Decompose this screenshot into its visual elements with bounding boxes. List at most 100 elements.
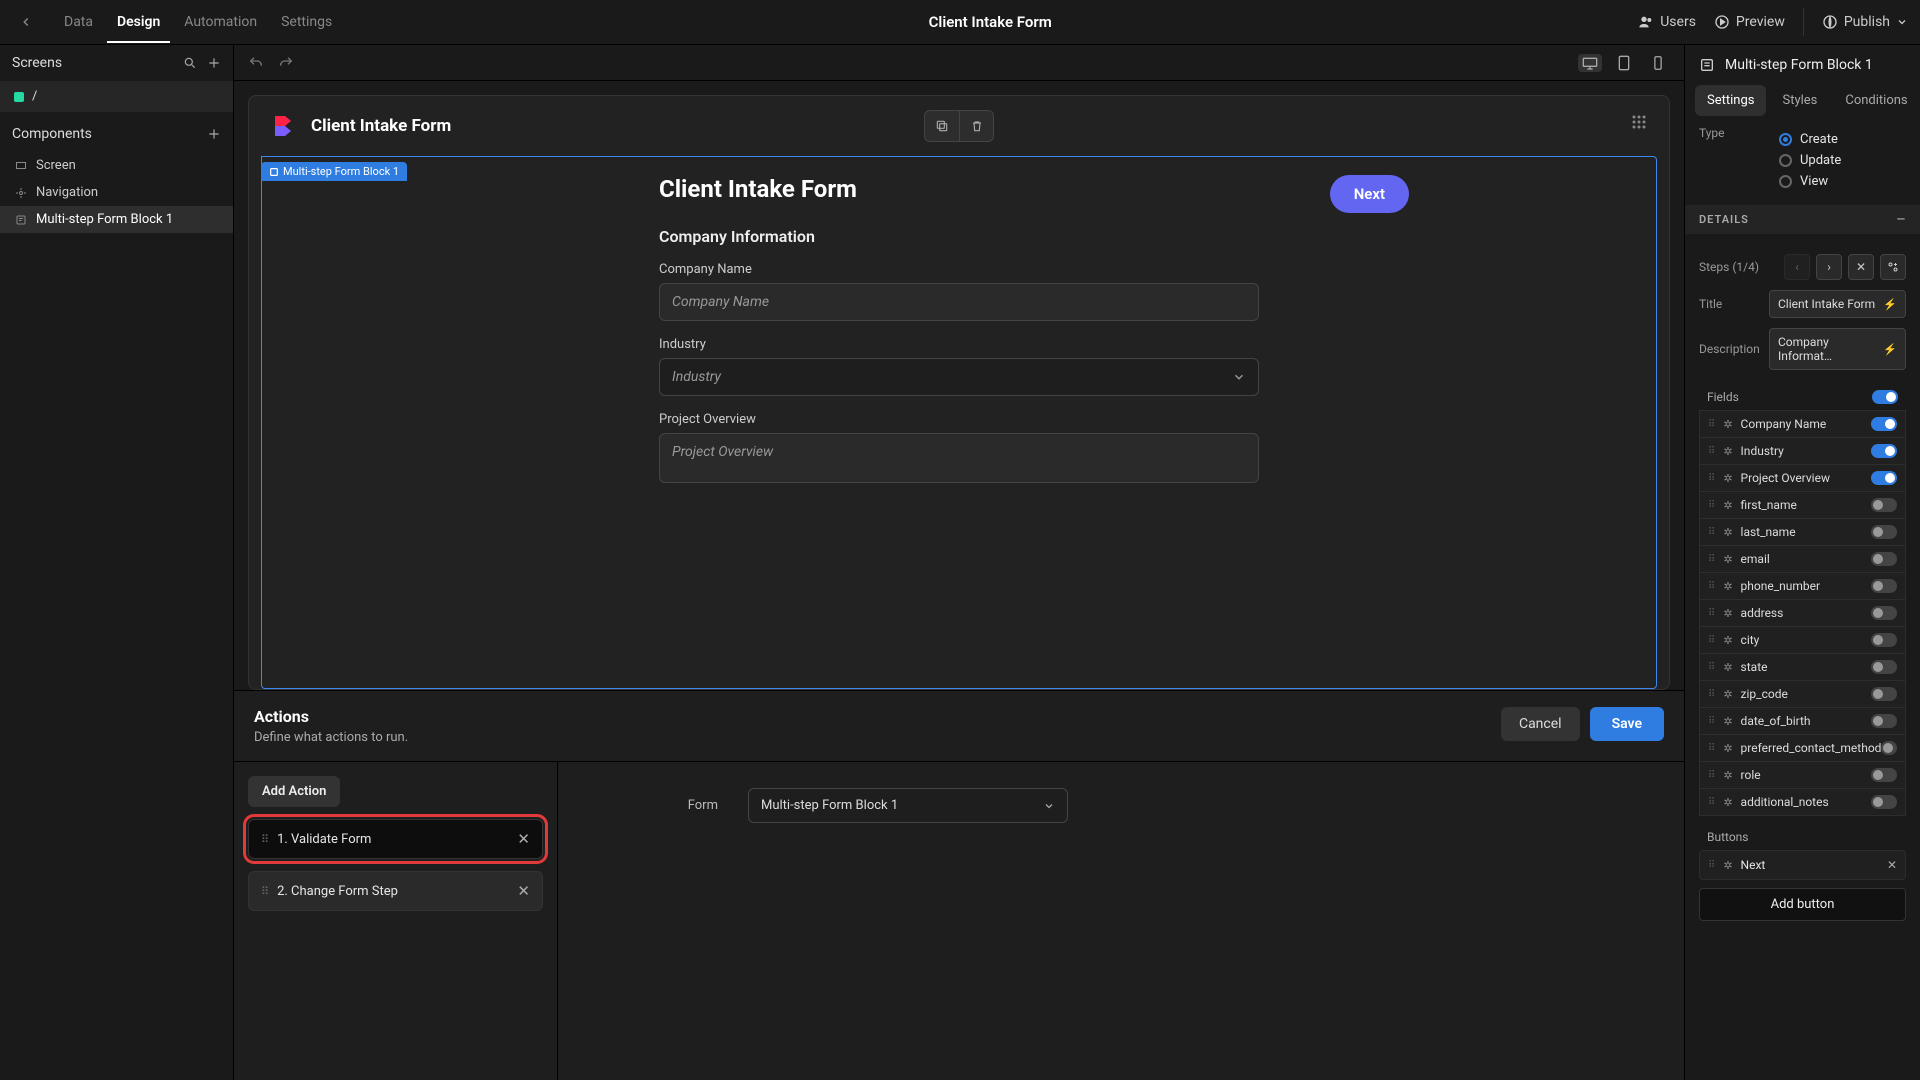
search-icon[interactable]: [183, 56, 197, 70]
field-toggle[interactable]: [1871, 768, 1897, 782]
gear-icon[interactable]: ✲: [1723, 859, 1732, 872]
delete-icon[interactable]: [959, 111, 993, 141]
gear-icon[interactable]: ✲: [1723, 715, 1732, 728]
form-select[interactable]: Multi-step Form Block 1: [748, 788, 1068, 823]
gear-icon[interactable]: ✲: [1723, 499, 1732, 512]
field-config-row[interactable]: ⠿✲additional_notes: [1699, 789, 1906, 816]
step-remove-button[interactable]: ✕: [1848, 254, 1874, 280]
bolt-icon[interactable]: ⚡: [1883, 298, 1897, 311]
field-config-row[interactable]: ⠿✲role: [1699, 762, 1906, 789]
type-radio-update[interactable]: Update: [1779, 153, 1906, 168]
duplicate-icon[interactable]: [925, 111, 959, 141]
button-list-item[interactable]: ⠿ ✲ Next ✕: [1699, 850, 1906, 880]
block-tag[interactable]: Multi-step Form Block 1: [261, 162, 407, 181]
select-input[interactable]: Industry: [659, 358, 1259, 396]
field-config-row[interactable]: ⠿✲Project Overview: [1699, 465, 1906, 492]
field-toggle[interactable]: [1871, 417, 1897, 431]
nav-tab-design[interactable]: Design: [107, 2, 170, 43]
cancel-button[interactable]: Cancel: [1501, 707, 1580, 741]
gear-icon[interactable]: ✲: [1723, 472, 1732, 485]
gear-icon[interactable]: ✲: [1723, 688, 1732, 701]
preview-link[interactable]: Preview: [1714, 14, 1785, 30]
remove-action-icon[interactable]: ✕: [517, 882, 530, 900]
remove-action-icon[interactable]: ✕: [517, 830, 530, 848]
field-config-row[interactable]: ⠿✲last_name: [1699, 519, 1906, 546]
field-toggle[interactable]: [1871, 606, 1897, 620]
field-toggle[interactable]: [1871, 687, 1897, 701]
gear-icon[interactable]: ✲: [1723, 580, 1732, 593]
next-button[interactable]: Next: [1330, 175, 1409, 213]
type-radio-view[interactable]: View: [1779, 174, 1906, 189]
gear-icon[interactable]: ✲: [1723, 553, 1732, 566]
gear-icon[interactable]: ✲: [1723, 769, 1732, 782]
add-button[interactable]: Add button: [1699, 888, 1906, 921]
field-toggle[interactable]: [1871, 444, 1897, 458]
gear-icon[interactable]: ✲: [1723, 742, 1732, 755]
save-button[interactable]: Save: [1590, 707, 1664, 741]
users-link[interactable]: Users: [1638, 14, 1696, 30]
field-config-row[interactable]: ⠿✲Industry: [1699, 438, 1906, 465]
field-config-row[interactable]: ⠿✲address: [1699, 600, 1906, 627]
component-item[interactable]: Screen: [0, 152, 233, 179]
panel-tab-conditions[interactable]: Conditions: [1833, 85, 1919, 116]
panel-tab-settings[interactable]: Settings: [1695, 85, 1766, 116]
panel-tab-styles[interactable]: Styles: [1770, 85, 1829, 116]
field-config-row[interactable]: ⠿✲date_of_birth: [1699, 708, 1906, 735]
gear-icon[interactable]: ✲: [1723, 796, 1732, 809]
gear-icon[interactable]: ✲: [1723, 661, 1732, 674]
step-add-button[interactable]: [1880, 254, 1906, 280]
field-config-row[interactable]: ⠿✲city: [1699, 627, 1906, 654]
field-config-row[interactable]: ⠿✲first_name: [1699, 492, 1906, 519]
screen-item[interactable]: /: [0, 81, 233, 112]
action-item[interactable]: ⠿2. Change Form Step✕: [248, 871, 543, 911]
gear-icon[interactable]: ✲: [1723, 607, 1732, 620]
nav-tab-settings[interactable]: Settings: [271, 2, 342, 43]
nav-tab-automation[interactable]: Automation: [174, 2, 267, 43]
collapse-icon[interactable]: —: [1897, 213, 1906, 226]
component-item[interactable]: Navigation: [0, 179, 233, 206]
field-toggle[interactable]: [1871, 525, 1897, 539]
textarea-input[interactable]: Project Overview: [659, 433, 1259, 483]
field-config-row[interactable]: ⠿✲preferred_contact_method: [1699, 735, 1906, 762]
field-toggle[interactable]: [1871, 660, 1897, 674]
gear-icon[interactable]: ✲: [1723, 418, 1732, 431]
action-item[interactable]: ⠿1. Validate Form✕: [248, 819, 543, 859]
gear-icon[interactable]: ✲: [1723, 634, 1732, 647]
undo-icon[interactable]: [248, 55, 264, 71]
field-config-row[interactable]: ⠿✲email: [1699, 546, 1906, 573]
field-toggle[interactable]: [1881, 741, 1897, 755]
field-config-row[interactable]: ⠿✲state: [1699, 654, 1906, 681]
desktop-view-icon[interactable]: [1578, 54, 1602, 72]
nav-tab-data[interactable]: Data: [54, 2, 103, 43]
title-input[interactable]: Client Intake Form⚡: [1769, 290, 1906, 318]
text-input[interactable]: Company Name: [659, 283, 1259, 321]
drag-grid-icon[interactable]: [1631, 114, 1647, 130]
field-toggle[interactable]: [1871, 498, 1897, 512]
back-button[interactable]: [12, 8, 40, 36]
field-toggle[interactable]: [1871, 714, 1897, 728]
field-config-row[interactable]: ⠿✲phone_number: [1699, 573, 1906, 600]
bolt-icon[interactable]: ⚡: [1883, 343, 1897, 356]
field-config-row[interactable]: ⠿✲zip_code: [1699, 681, 1906, 708]
step-next-button[interactable]: ›: [1816, 254, 1842, 280]
field-toggle[interactable]: [1871, 579, 1897, 593]
fields-master-toggle[interactable]: [1872, 390, 1898, 404]
field-toggle[interactable]: [1871, 552, 1897, 566]
step-prev-button[interactable]: ‹: [1784, 254, 1810, 280]
publish-button[interactable]: Publish: [1803, 8, 1908, 36]
field-toggle[interactable]: [1871, 795, 1897, 809]
add-component-icon[interactable]: [207, 127, 221, 141]
mobile-view-icon[interactable]: [1646, 54, 1670, 72]
tablet-view-icon[interactable]: [1612, 54, 1636, 72]
add-screen-icon[interactable]: [207, 56, 221, 70]
field-config-row[interactable]: ⠿✲Company Name: [1699, 410, 1906, 438]
gear-icon[interactable]: ✲: [1723, 526, 1732, 539]
add-action-button[interactable]: Add Action: [248, 776, 340, 807]
desc-input[interactable]: Company Informat…⚡: [1769, 328, 1906, 370]
gear-icon[interactable]: ✲: [1723, 445, 1732, 458]
component-item[interactable]: Multi-step Form Block 1: [0, 206, 233, 233]
redo-icon[interactable]: [278, 55, 294, 71]
field-toggle[interactable]: [1871, 471, 1897, 485]
type-radio-create[interactable]: Create: [1779, 132, 1906, 147]
remove-button-icon[interactable]: ✕: [1887, 858, 1897, 872]
